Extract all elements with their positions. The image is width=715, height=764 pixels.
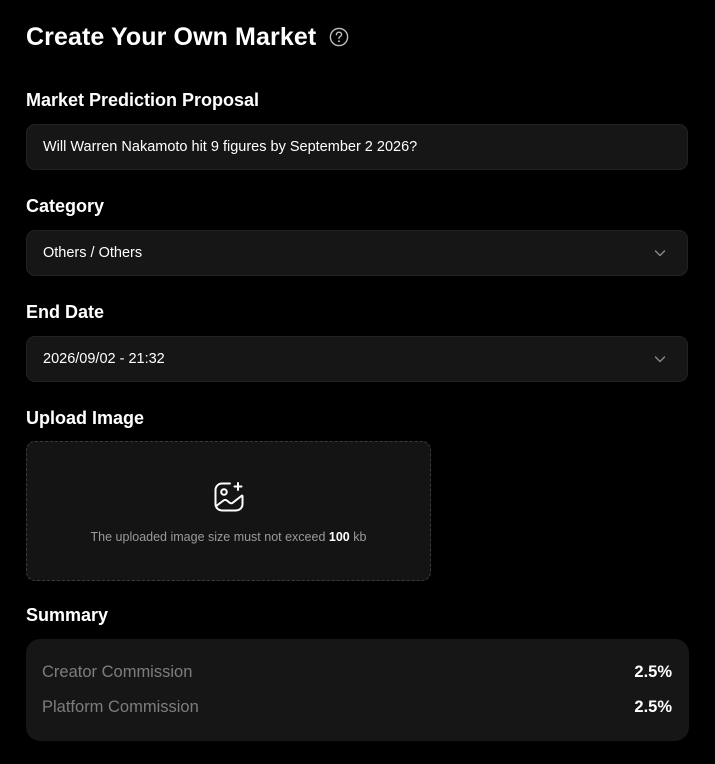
creator-commission-label: Creator Commission: [42, 662, 193, 681]
page-header: Create Your Own Market: [26, 20, 349, 54]
creator-commission-value: 2.5%: [634, 662, 672, 681]
category-label: Category: [26, 196, 105, 216]
image-add-icon: [212, 480, 246, 514]
platform-commission-label: Platform Commission: [42, 697, 199, 716]
proposal-input[interactable]: Will Warren Nakamoto hit 9 figures by Se…: [26, 124, 688, 170]
summary-row-platform-commission: Platform Commission 2.5%: [42, 695, 672, 719]
question-circle-icon[interactable]: [329, 27, 349, 47]
chevron-down-icon: [653, 246, 667, 260]
end-date-select[interactable]: 2026/09/02 - 21:32: [26, 336, 688, 382]
upload-size-unit: kb: [353, 530, 367, 544]
category-selected-value: Others / Others: [43, 245, 143, 261]
upload-hint-text: The uploaded image size must not exceed: [90, 530, 326, 544]
category-select[interactable]: Others / Others: [26, 230, 688, 276]
image-upload-dropzone[interactable]: The uploaded image size must not exceed …: [26, 441, 431, 581]
page-title: Create Your Own Market: [26, 22, 317, 51]
upload-size-limit: 100: [328, 530, 350, 544]
chevron-down-icon: [653, 352, 667, 366]
end-date-label: End Date: [26, 302, 105, 322]
proposal-label: Market Prediction Proposal: [26, 90, 260, 110]
summary-label: Summary: [26, 605, 109, 625]
proposal-input-value: Will Warren Nakamoto hit 9 figures by Se…: [43, 139, 418, 155]
summary-row-creator-commission: Creator Commission 2.5%: [42, 660, 672, 684]
end-date-selected-value: 2026/09/02 - 21:32: [43, 351, 165, 367]
upload-image-label: Upload Image: [26, 408, 145, 428]
platform-commission-value: 2.5%: [634, 697, 672, 716]
upload-size-hint: The uploaded image size must not exceed …: [27, 530, 430, 544]
summary-panel: Creator Commission 2.5% Platform Commiss…: [26, 639, 689, 741]
